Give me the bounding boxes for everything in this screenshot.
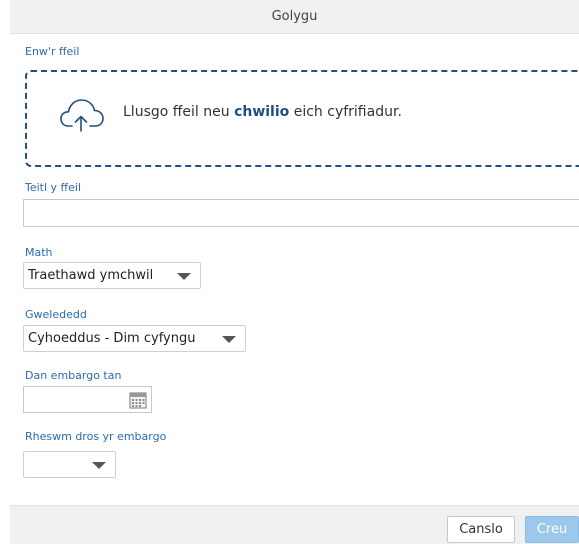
dialog-title: Golygu	[271, 9, 318, 24]
visibility-label: Gwelededd	[25, 308, 87, 321]
embargo-until-label: Dan embargo tan	[25, 369, 122, 382]
embargo-reason-select[interactable]	[23, 451, 116, 478]
type-label: Math	[25, 246, 53, 259]
chevron-down-icon	[177, 273, 191, 280]
file-title-input[interactable]	[23, 199, 579, 227]
visibility-select-value: Cyhoeddus - Dim cyfyngu	[28, 331, 196, 346]
visibility-select[interactable]: Cyhoeddus - Dim cyfyngu	[23, 325, 246, 352]
file-title-label: Teitl y ffeil	[25, 181, 82, 194]
file-dropzone[interactable]: Llusgo ffeil neu chwilio eich cyfrifiadu…	[25, 70, 579, 167]
type-select-value: Traethawd ymchwil	[28, 268, 154, 283]
dropzone-prefix: Llusgo ffeil neu	[123, 104, 235, 120]
dropzone-suffix: eich cyfrifiadur.	[289, 104, 402, 120]
cloud-upload-icon	[60, 98, 104, 136]
embargo-date-input[interactable]	[23, 386, 152, 413]
create-button[interactable]: Creu	[525, 516, 579, 543]
type-select[interactable]: Traethawd ymchwil	[23, 262, 201, 289]
file-name-label: Enw'r ffeil	[25, 45, 80, 58]
dialog-header: Golygu	[10, 0, 579, 34]
embargo-reason-label: Rheswm dros yr embargo	[25, 430, 167, 443]
cancel-button[interactable]: Canslo	[447, 516, 515, 543]
calendar-icon[interactable]	[129, 391, 147, 413]
dropzone-text: Llusgo ffeil neu chwilio eich cyfrifiadu…	[123, 104, 402, 120]
chevron-down-icon	[92, 462, 106, 469]
browse-link[interactable]: chwilio	[234, 104, 289, 120]
chevron-down-icon	[222, 336, 236, 343]
